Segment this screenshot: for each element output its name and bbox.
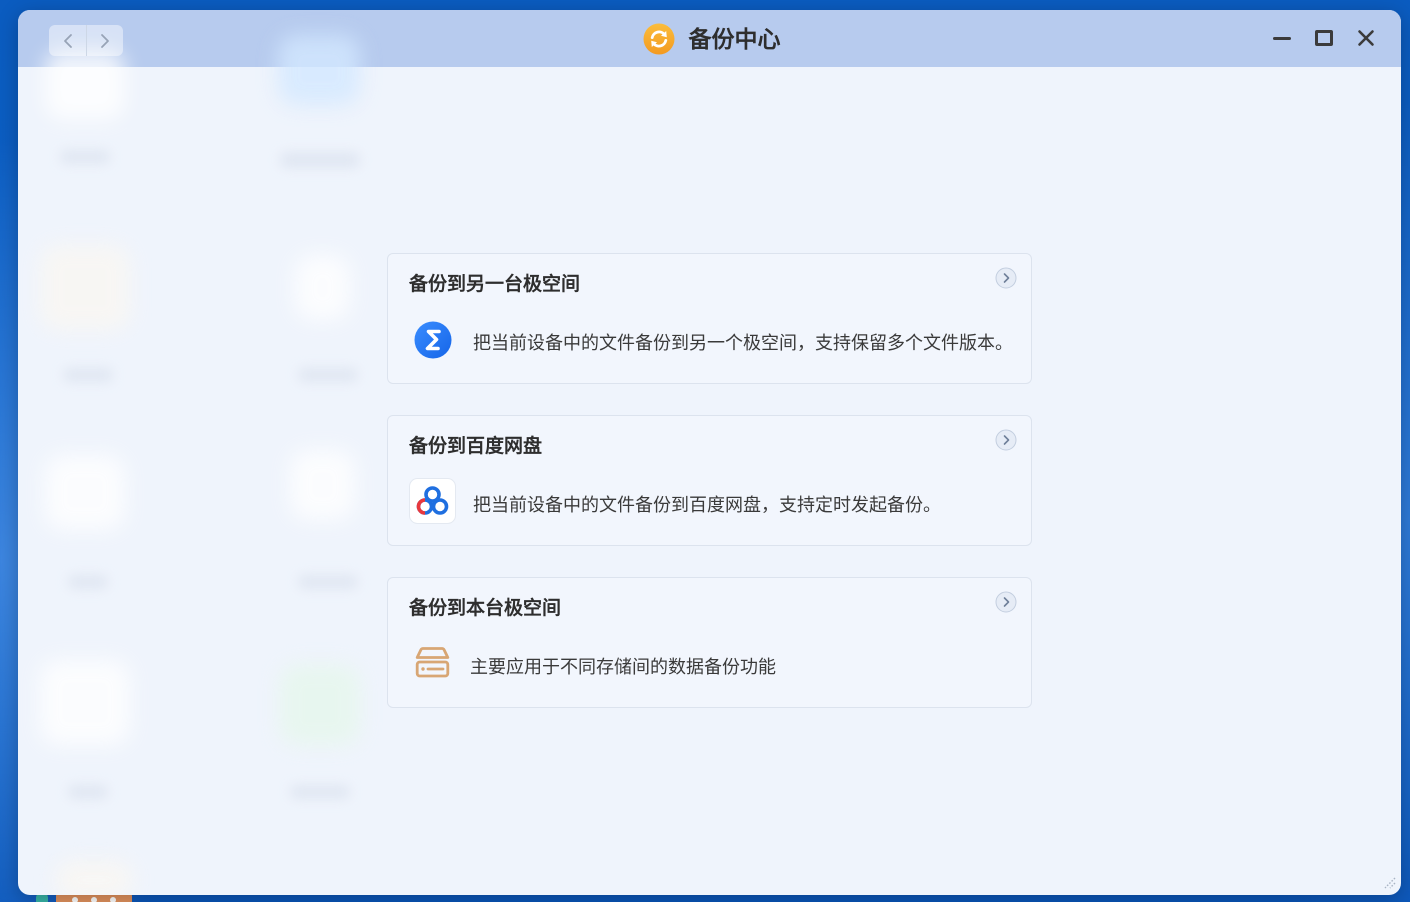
blurred-desktop-icon [280,665,360,745]
backup-center-window: 备份中心 备份到另一台极空间 把当前设备中的文件备份到另一个极空间，支持保留多个… [18,10,1401,895]
blurred-desktop-icon [45,455,125,530]
backup-option-card-other-zspace[interactable]: 备份到另一台极空间 把当前设备中的文件备份到另一个极空间，支持保留多个文件版本。 [387,253,1032,384]
window-title-group: 备份中心 [18,23,1401,55]
maximize-button[interactable] [1309,23,1339,53]
dot-decoration [91,897,97,902]
close-icon [1358,30,1374,46]
blurred-desktop-label [63,368,113,382]
dot-decoration [72,897,78,902]
chevron-right-circle-icon[interactable] [995,429,1017,451]
backup-option-card-baidu-netdisk[interactable]: 备份到百度网盘 把当前设备中的文件备份到百度网盘，支持定时发起备份。 [387,415,1032,546]
chevron-right-circle-icon[interactable] [995,267,1017,289]
window-title: 备份中心 [688,26,781,52]
card-title: 备份到另一台极空间 [409,274,581,295]
minimize-icon [1273,36,1291,40]
resize-handle[interactable] [1382,875,1396,889]
card-title: 备份到本台极空间 [409,598,562,619]
blurred-desktop-icon [295,255,350,320]
card-description: 把当前设备中的文件备份到百度网盘，支持定时发起备份。 [473,495,941,515]
card-description: 主要应用于不同存储间的数据备份功能 [470,657,776,677]
chevron-right-circle-icon[interactable] [995,591,1017,613]
blurred-desktop-icon [40,245,130,330]
zspace-logo-icon [414,321,452,359]
card-title: 备份到百度网盘 [409,436,543,457]
blurred-desktop-label [298,368,358,382]
maximize-icon [1315,30,1333,46]
local-storage-icon [415,647,450,678]
blurred-desktop-icon [55,860,133,895]
blurred-desktop-label [60,150,110,164]
dot-decoration [110,897,116,902]
minimize-button[interactable] [1267,23,1297,53]
blurred-desktop-icon [40,660,130,745]
card-description: 把当前设备中的文件备份到另一个极空间，支持保留多个文件版本。 [473,333,1013,353]
blurred-desktop-label [68,575,108,589]
blurred-desktop-label [280,152,360,168]
backup-option-card-local-zspace[interactable]: 备份到本台极空间 主要应用于不同存储间的数据备份功能 [387,577,1032,708]
blurred-desktop-label [290,785,350,799]
blurred-desktop-icon [290,450,355,520]
baidu-netdisk-icon [409,478,456,524]
close-button[interactable] [1351,23,1381,53]
blurred-desktop-label [298,575,358,589]
blurred-desktop-label [68,785,108,799]
sync-arrows-icon [643,23,674,55]
